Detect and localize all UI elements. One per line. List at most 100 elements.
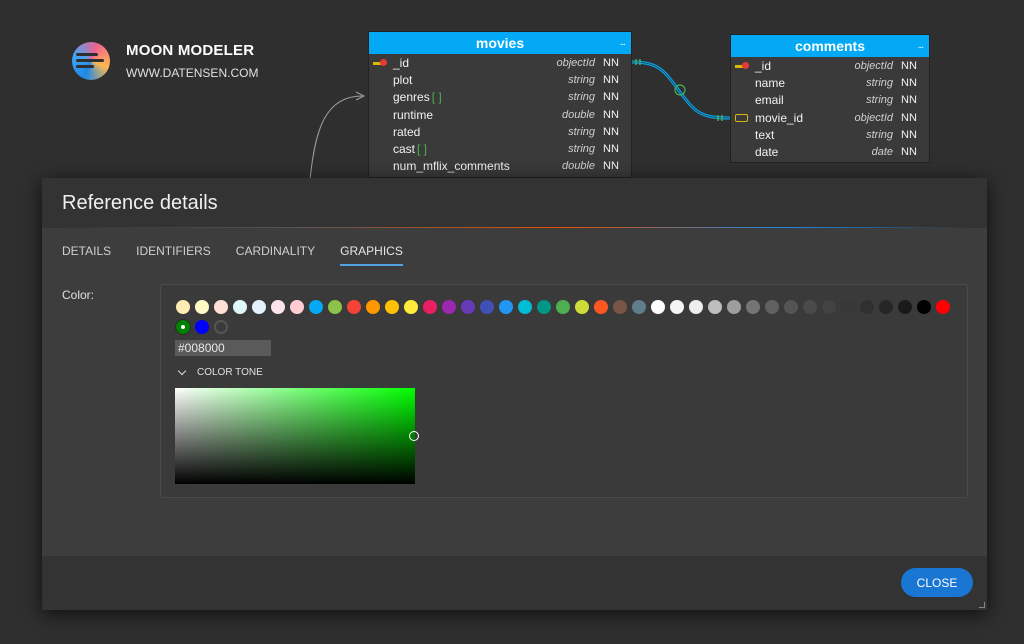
field-row-movie-id[interactable]: movie_id objectId NN: [731, 109, 929, 126]
color-swatch[interactable]: [860, 300, 874, 314]
color-swatch[interactable]: [480, 300, 494, 314]
field-row-id[interactable]: _id objectId NN: [369, 54, 631, 71]
field-row-id[interactable]: _id objectId NN: [731, 57, 929, 74]
color-tone-label: COLOR TONE: [197, 367, 263, 378]
field-not-null: NN: [603, 108, 619, 121]
field-name: plot: [393, 72, 413, 87]
color-swatch[interactable]: [328, 300, 342, 314]
color-swatch[interactable]: [689, 300, 703, 314]
field-row-cast[interactable]: cast[ ] string NN: [369, 140, 631, 157]
field-name: email: [755, 93, 784, 108]
more-icon[interactable]: ...: [620, 32, 626, 54]
color-swatch[interactable]: [290, 300, 304, 314]
color-swatch[interactable]: [594, 300, 608, 314]
color-swatch[interactable]: [784, 300, 798, 314]
field-name: _id: [755, 58, 772, 73]
reference-line: [631, 60, 731, 120]
dialog-title: Reference details: [62, 192, 218, 214]
brand-url: WWW.DATENSEN.COM: [126, 66, 259, 80]
field-type: double: [561, 108, 595, 121]
field-type: string: [568, 91, 595, 104]
field-not-null: NN: [603, 56, 619, 69]
color-tone-area[interactable]: [175, 388, 419, 484]
field-row-num-mflix-comments[interactable]: num_mflix_comments double NN: [369, 158, 631, 175]
field-row-rated[interactable]: rated string NN: [369, 123, 631, 140]
entity-movies[interactable]: movies ... _id objectId NN plot string NN genr…: [368, 31, 632, 178]
color-swatch[interactable]: [366, 300, 380, 314]
field-type: objectId: [556, 56, 595, 69]
entity-header[interactable]: comments ...: [731, 35, 929, 57]
tab-graphics[interactable]: GRAPHICS: [340, 244, 403, 266]
color-swatch[interactable]: [727, 300, 741, 314]
color-swatch[interactable]: [632, 300, 646, 314]
tone-cursor-handle[interactable]: [409, 431, 419, 441]
close-button[interactable]: CLOSE: [901, 568, 973, 597]
field-row-genres[interactable]: genres[ ] string NN: [369, 89, 631, 106]
color-swatch[interactable]: [651, 300, 665, 314]
color-swatch[interactable]: [936, 300, 950, 314]
color-swatch[interactable]: [898, 300, 912, 314]
tab-details[interactable]: DETAILS: [62, 244, 111, 266]
color-tone-toggle[interactable]: COLOR TONE: [177, 366, 263, 378]
field-row-name[interactable]: name string NN: [731, 74, 929, 91]
field-type: string: [568, 125, 595, 138]
brand: MOON MODELER WWW.DATENSEN.COM: [72, 42, 258, 80]
field-name: rated: [393, 124, 421, 139]
field-row-text[interactable]: text string NN: [731, 126, 929, 143]
color-swatch[interactable]: [841, 300, 855, 314]
title-divider: [62, 227, 967, 228]
color-swatch[interactable]: [347, 300, 361, 314]
color-swatch[interactable]: [252, 300, 266, 314]
entity-header[interactable]: movies ...: [369, 32, 631, 54]
field-name: text: [755, 127, 775, 142]
color-swatch[interactable]: [537, 300, 551, 314]
color-swatch[interactable]: [214, 300, 228, 314]
field-row-plot[interactable]: plot string NN: [369, 71, 631, 88]
field-row-email[interactable]: email string NN: [731, 92, 929, 109]
field-type: objectId: [854, 111, 893, 124]
color-swatch[interactable]: [670, 300, 684, 314]
color-swatch[interactable]: [442, 300, 456, 314]
field-not-null: NN: [901, 76, 917, 89]
dialog-header: Reference details: [42, 178, 987, 228]
entity-comments[interactable]: comments ... _id objectId NN name string NN em…: [730, 34, 930, 163]
color-swatch[interactable]: [404, 300, 418, 314]
color-swatch[interactable]: [461, 300, 475, 314]
color-swatch[interactable]: [822, 300, 836, 314]
field-not-null: NN: [901, 59, 917, 72]
color-swatch[interactable]: [613, 300, 627, 314]
field-type: double: [561, 160, 595, 173]
field-type: string: [866, 94, 893, 107]
field-row-date[interactable]: date date NN: [731, 143, 929, 160]
no-color-swatch[interactable]: [214, 320, 228, 334]
more-icon[interactable]: ...: [918, 35, 924, 57]
color-swatch[interactable]: [556, 300, 570, 314]
color-swatch[interactable]: [917, 300, 931, 314]
color-swatch[interactable]: [195, 320, 209, 334]
color-swatch[interactable]: [708, 300, 722, 314]
field-type: string: [568, 143, 595, 156]
resize-handle-icon[interactable]: [979, 602, 985, 608]
color-swatch[interactable]: [746, 300, 760, 314]
color-swatch[interactable]: [765, 300, 779, 314]
tab-identifiers[interactable]: IDENTIFIERS: [136, 244, 211, 266]
moon-modeler-logo-icon: [72, 42, 110, 80]
color-swatch[interactable]: [309, 300, 323, 314]
color-swatch[interactable]: [499, 300, 513, 314]
color-swatch[interactable]: [385, 300, 399, 314]
color-swatch[interactable]: [176, 300, 190, 314]
field-not-null: NN: [603, 160, 619, 173]
color-swatch[interactable]: [879, 300, 893, 314]
tab-cardinality[interactable]: CARDINALITY: [236, 244, 315, 266]
color-swatch[interactable]: [176, 320, 190, 334]
color-swatch[interactable]: [803, 300, 817, 314]
field-row-runtime[interactable]: runtime double NN: [369, 106, 631, 123]
field-name: name: [755, 75, 786, 90]
color-swatch[interactable]: [575, 300, 589, 314]
color-swatch[interactable]: [271, 300, 285, 314]
color-swatch[interactable]: [233, 300, 247, 314]
color-swatch[interactable]: [423, 300, 437, 314]
color-swatch[interactable]: [518, 300, 532, 314]
hex-color-input[interactable]: [175, 340, 271, 356]
color-swatch[interactable]: [195, 300, 209, 314]
